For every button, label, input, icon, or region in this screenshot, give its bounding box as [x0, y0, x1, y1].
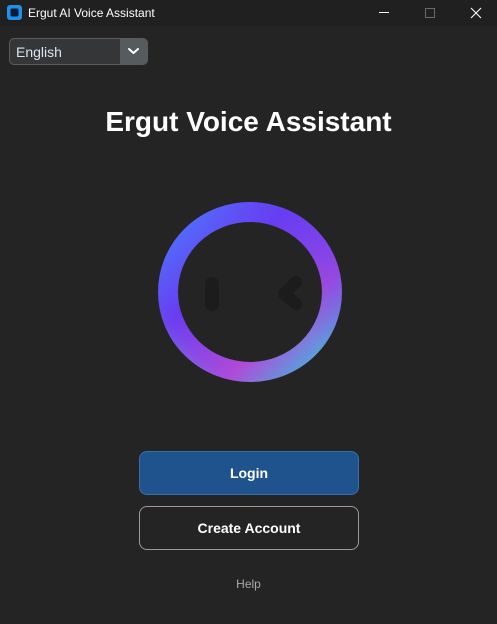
- language-select-value: English: [16, 44, 62, 60]
- login-button[interactable]: Login: [139, 451, 359, 495]
- title-bar[interactable]: Ergut AI Voice Assistant: [0, 0, 497, 26]
- maximize-icon: [425, 8, 435, 18]
- chevron-down-icon: [128, 48, 139, 54]
- close-button[interactable]: [453, 0, 497, 26]
- page-title: Ergut Voice Assistant: [105, 106, 392, 137]
- language-dropdown-button[interactable]: [120, 39, 147, 64]
- app-square-icon: [7, 5, 22, 20]
- minimize-icon: [379, 12, 389, 13]
- window-title: Ergut AI Voice Assistant: [28, 6, 155, 20]
- minimize-button[interactable]: [361, 0, 407, 26]
- create-account-button[interactable]: Create Account: [139, 506, 359, 550]
- close-icon: [470, 7, 482, 19]
- maximize-button[interactable]: [407, 0, 453, 26]
- language-select[interactable]: English: [9, 38, 148, 65]
- help-link[interactable]: Help: [0, 577, 497, 591]
- app-window: Ergut AI Voice Assistant English Ergut V…: [0, 0, 497, 624]
- gradient-ring-face-logo: [158, 202, 342, 382]
